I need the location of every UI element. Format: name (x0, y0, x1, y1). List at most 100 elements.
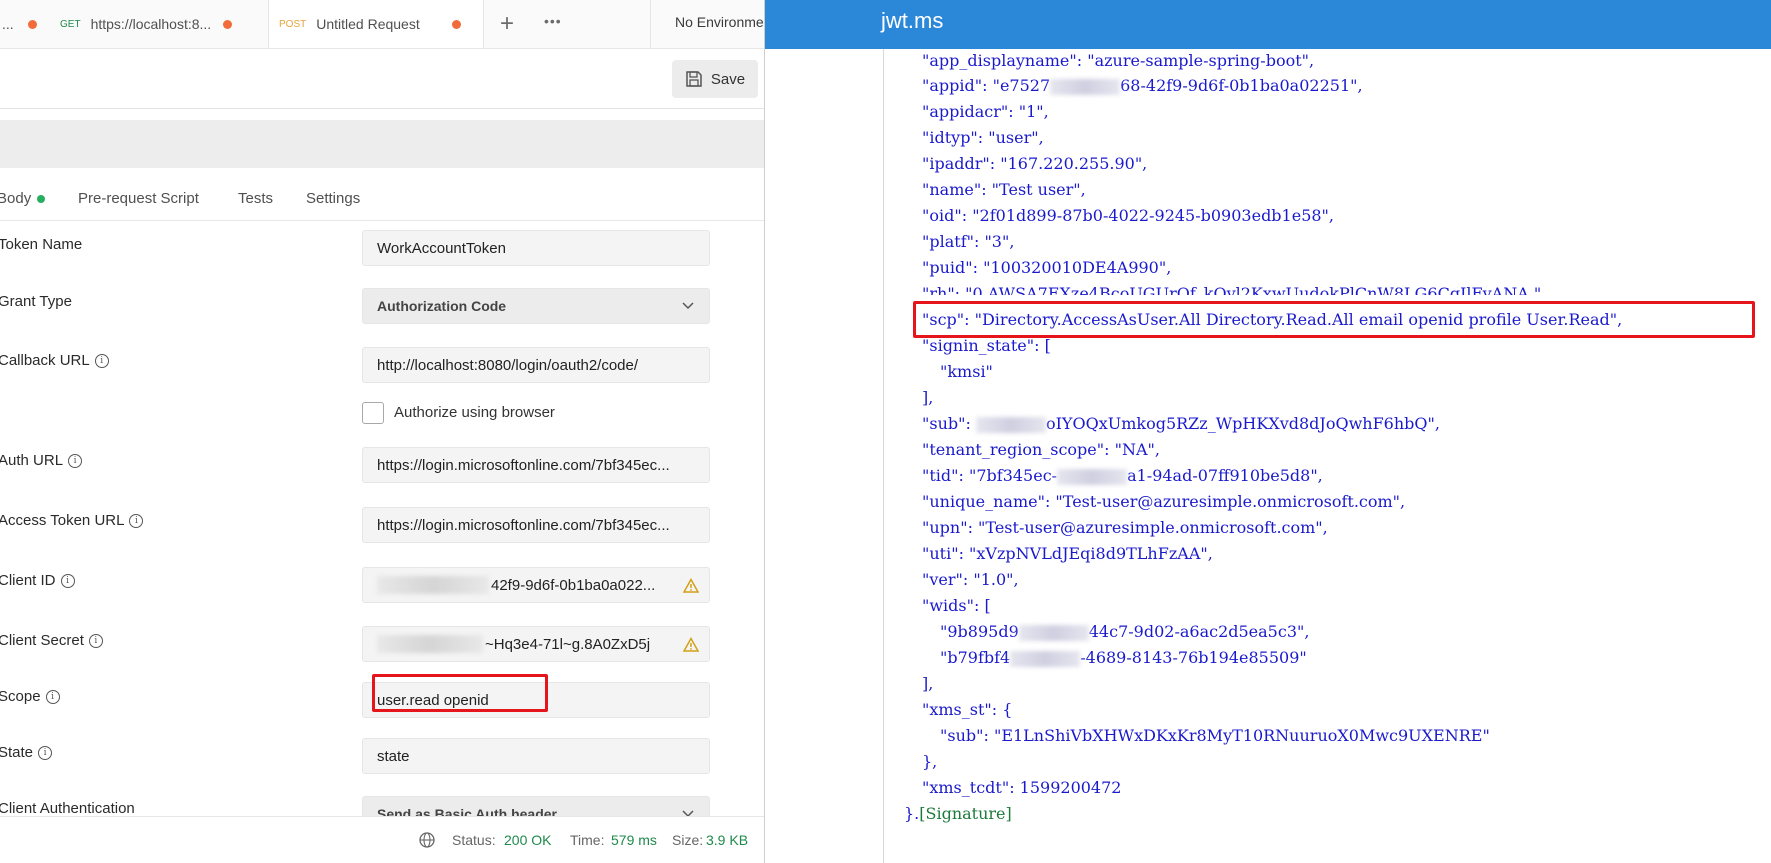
status-value[interactable]: 200 OK (504, 832, 551, 848)
request-subtabs: Body Pre-request Script Tests Settings (0, 180, 764, 221)
redacted-blur (377, 635, 483, 653)
line-text: "tid": "7bf345ec- (922, 466, 1058, 485)
new-tab-icon[interactable]: + (500, 10, 514, 38)
redacted-blur (377, 576, 489, 594)
token-line: "sub": oIYOQxUmkog5RZz_WpHKXvd8dJoQwhF6h… (922, 413, 1440, 435)
info-icon[interactable]: i (45, 689, 60, 704)
auth-url-label: Auth URL i (0, 452, 83, 469)
request-tab[interactable]: ... (0, 0, 42, 48)
line-text: "b79fbf4 (940, 648, 1011, 667)
tab-label: https://localhost:8... (90, 16, 212, 32)
token-line: "wids": [ (922, 596, 991, 615)
token-line: "appid": "e7527 68-42f9-9d6f-0b1ba0a02251… (922, 75, 1363, 97)
tab-method: POST (279, 18, 307, 30)
access-token-url-input[interactable]: https://login.microsoftonline.com/7bf345… (362, 507, 710, 543)
client-id-input[interactable]: 42f9-9d6f-0b1ba0a022... (362, 567, 710, 603)
scope-label: Scope i (0, 688, 60, 705)
callback-url-label: Callback URL i (0, 352, 109, 369)
globe-icon[interactable] (418, 831, 436, 849)
tab-settings[interactable]: Settings (306, 190, 360, 207)
label-text: Grant Type (0, 293, 72, 310)
label-text: Scope (0, 688, 41, 705)
auth-url-input[interactable]: https://login.microsoftonline.com/7bf345… (362, 447, 710, 483)
line-text: 68-42f9-9d6f-0b1ba0a02251", (1120, 76, 1363, 95)
app-title[interactable]: jwt.ms (881, 8, 943, 34)
info-icon[interactable]: i (88, 633, 103, 648)
token-line: "sub": "E1LnShiVbXHWxDKxKr8MyT10RNuuruoX… (940, 726, 1490, 745)
request-tab-active[interactable]: POST Untitled Request (268, 0, 484, 48)
unsaved-dot-icon (27, 19, 37, 29)
line-text: "9b895d9 (940, 622, 1019, 641)
redacted-blur (1010, 650, 1081, 667)
grant-type-select[interactable]: Authorization Code (362, 288, 710, 324)
state-input[interactable]: state (362, 738, 710, 774)
line-text: "appid": "e7527 (922, 76, 1051, 95)
signature-label[interactable]: [Signature] (919, 804, 1012, 823)
tab-bar: ... GET https://localhost:8... POST Unti… (0, 0, 764, 49)
decoded-token-panel: "app_displayname": "azure-sample-spring-… (883, 49, 1771, 863)
size-value[interactable]: 3.9 KB (706, 832, 748, 848)
token-line: "9b895d9 44c7-9d02-a6ac2d5ea5c3", (940, 621, 1309, 643)
jwt-header-bar: jwt.ms (765, 0, 1771, 49)
field-value: http://localhost:8080/login/oauth2/code/ (377, 356, 639, 374)
more-tabs-icon[interactable]: ••• (544, 13, 562, 29)
label-text: Client ID (0, 572, 56, 589)
environment-selector[interactable]: No Environme (650, 0, 764, 48)
token-line: "xms_st": { (922, 700, 1013, 719)
tab-method: GET (60, 18, 81, 30)
save-label: Save (710, 70, 746, 88)
response-status-bar: Status: 200 OK Time: 579 ms Size: 3.9 KB (0, 816, 764, 863)
info-icon[interactable]: i (38, 745, 53, 760)
status-label: Status: (452, 832, 496, 848)
time-value[interactable]: 579 ms (611, 832, 657, 848)
size-label: Size: (672, 832, 704, 848)
tab-tests[interactable]: Tests (238, 190, 273, 207)
scp-highlight-box (913, 301, 1755, 338)
client-auth-label: Client Authentication (0, 800, 135, 817)
line-text: "sub": (922, 414, 976, 433)
token-line: ], (922, 388, 934, 407)
token-name-label: Token Name (0, 236, 82, 253)
token-line: "puid": "100320010DE4A990", (922, 258, 1172, 277)
token-line: "uti": "xVzpNVLdJEqi8d9TLhFzAA", (922, 544, 1213, 563)
info-icon[interactable]: i (60, 573, 75, 588)
token-line: }.[Signature] (904, 803, 1012, 825)
postman-window: ... GET https://localhost:8... POST Unti… (0, 0, 764, 863)
token-line: "signin_state": [ (922, 336, 1051, 355)
tab-body[interactable]: Body (0, 190, 46, 207)
tab-label: ... (2, 16, 14, 32)
callback-url-input[interactable]: http://localhost:8080/login/oauth2/code/ (362, 347, 710, 383)
url-bar[interactable] (0, 120, 764, 168)
token-line: "rh": "0.AWSA7EXze4BcoUGUrQf_kQvl2KxwUud… (922, 284, 1547, 295)
save-button[interactable]: Save (672, 60, 758, 98)
token-line: "unique_name": "Test-user@azuresimple.on… (922, 492, 1406, 511)
client-secret-input[interactable]: ~Hq3e4-71l~g.8A0ZxD5j (362, 626, 710, 662)
info-icon[interactable]: i (94, 353, 109, 368)
status-dot-icon (37, 195, 46, 204)
time-label: Time: (570, 832, 605, 848)
token-line: "appidacr": "1", (922, 102, 1049, 121)
request-tab[interactable]: GET https://localhost:8... (60, 0, 260, 48)
access-token-url-label: Access Token URL i (0, 512, 144, 529)
line-text: oIYOQxUmkog5RZz_WpHKXvd8dJoQwhF6hbQ", (1045, 414, 1440, 433)
save-icon (686, 71, 702, 87)
token-line: "tid": "7bf345ec-a1-94ad-07ff910be5d8", (922, 465, 1323, 487)
tab-pre-request-script[interactable]: Pre-request Script (78, 190, 199, 207)
authorize-browser-checkbox[interactable] (362, 402, 384, 424)
line-text: a1-94ad-07ff910be5d8", (1127, 466, 1323, 485)
scope-highlight-box (372, 674, 548, 712)
warning-icon (683, 637, 699, 652)
field-value: https://login.microsoftonline.com/7bf345… (377, 516, 670, 534)
tab-label: Untitled Request (316, 16, 420, 32)
tab-body-label: Body (0, 190, 32, 207)
token-line: "upn": "Test-user@azuresimple.onmicrosof… (922, 518, 1328, 537)
info-icon[interactable]: i (68, 453, 83, 468)
warning-icon (683, 578, 699, 593)
label-text: Access Token URL (0, 512, 125, 529)
field-value: Authorization Code (377, 298, 507, 314)
token-line: ], (922, 674, 934, 693)
info-icon[interactable]: i (129, 513, 144, 528)
state-label: State i (0, 744, 53, 761)
token-name-input[interactable]: WorkAccountToken (362, 230, 710, 266)
divider (0, 108, 764, 109)
